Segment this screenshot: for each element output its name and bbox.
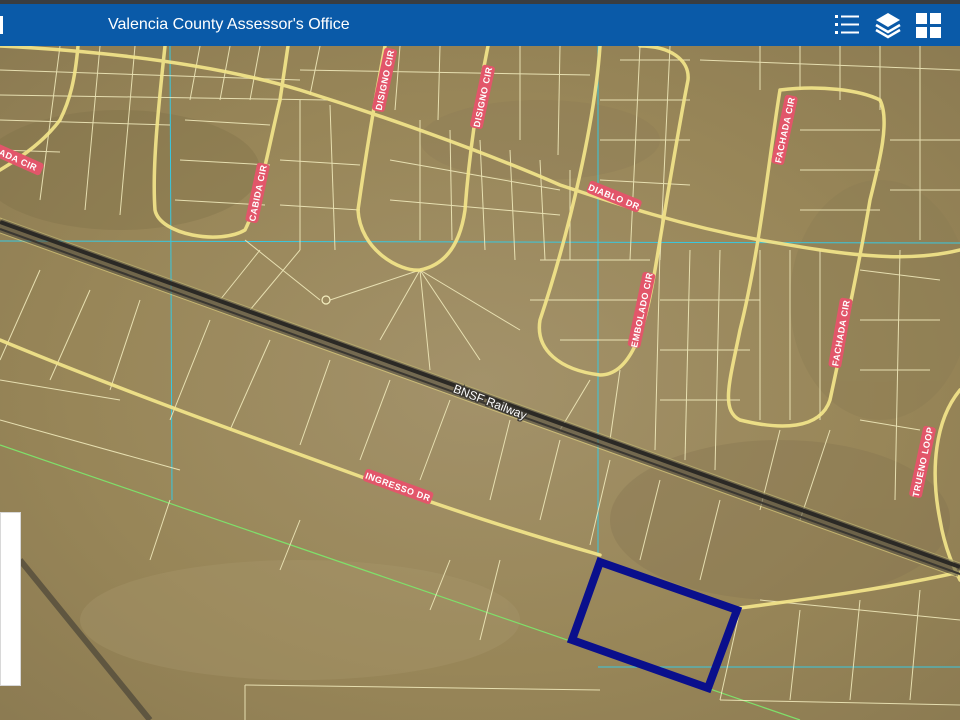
- map-canvas[interactable]: ADA CIR CABIDA CIR DISIGNO CIR DISIGNO C…: [0, 46, 960, 720]
- app-title: Valencia County Assessor's Office: [108, 16, 350, 33]
- map-view[interactable]: ADA CIR CABIDA CIR DISIGNO CIR DISIGNO C…: [0, 46, 960, 720]
- legend-list-icon: [835, 15, 859, 34]
- basemap-gallery-button[interactable]: [912, 10, 944, 40]
- basemap-grid-icon: [916, 13, 941, 38]
- app-header: Valencia County Assessor's Office: [0, 4, 960, 46]
- legend-button[interactable]: [832, 10, 864, 40]
- header-edge-marker: [0, 16, 3, 34]
- layers-icon: [875, 13, 901, 39]
- layers-button[interactable]: [872, 10, 904, 40]
- side-panel-stub[interactable]: [0, 512, 21, 686]
